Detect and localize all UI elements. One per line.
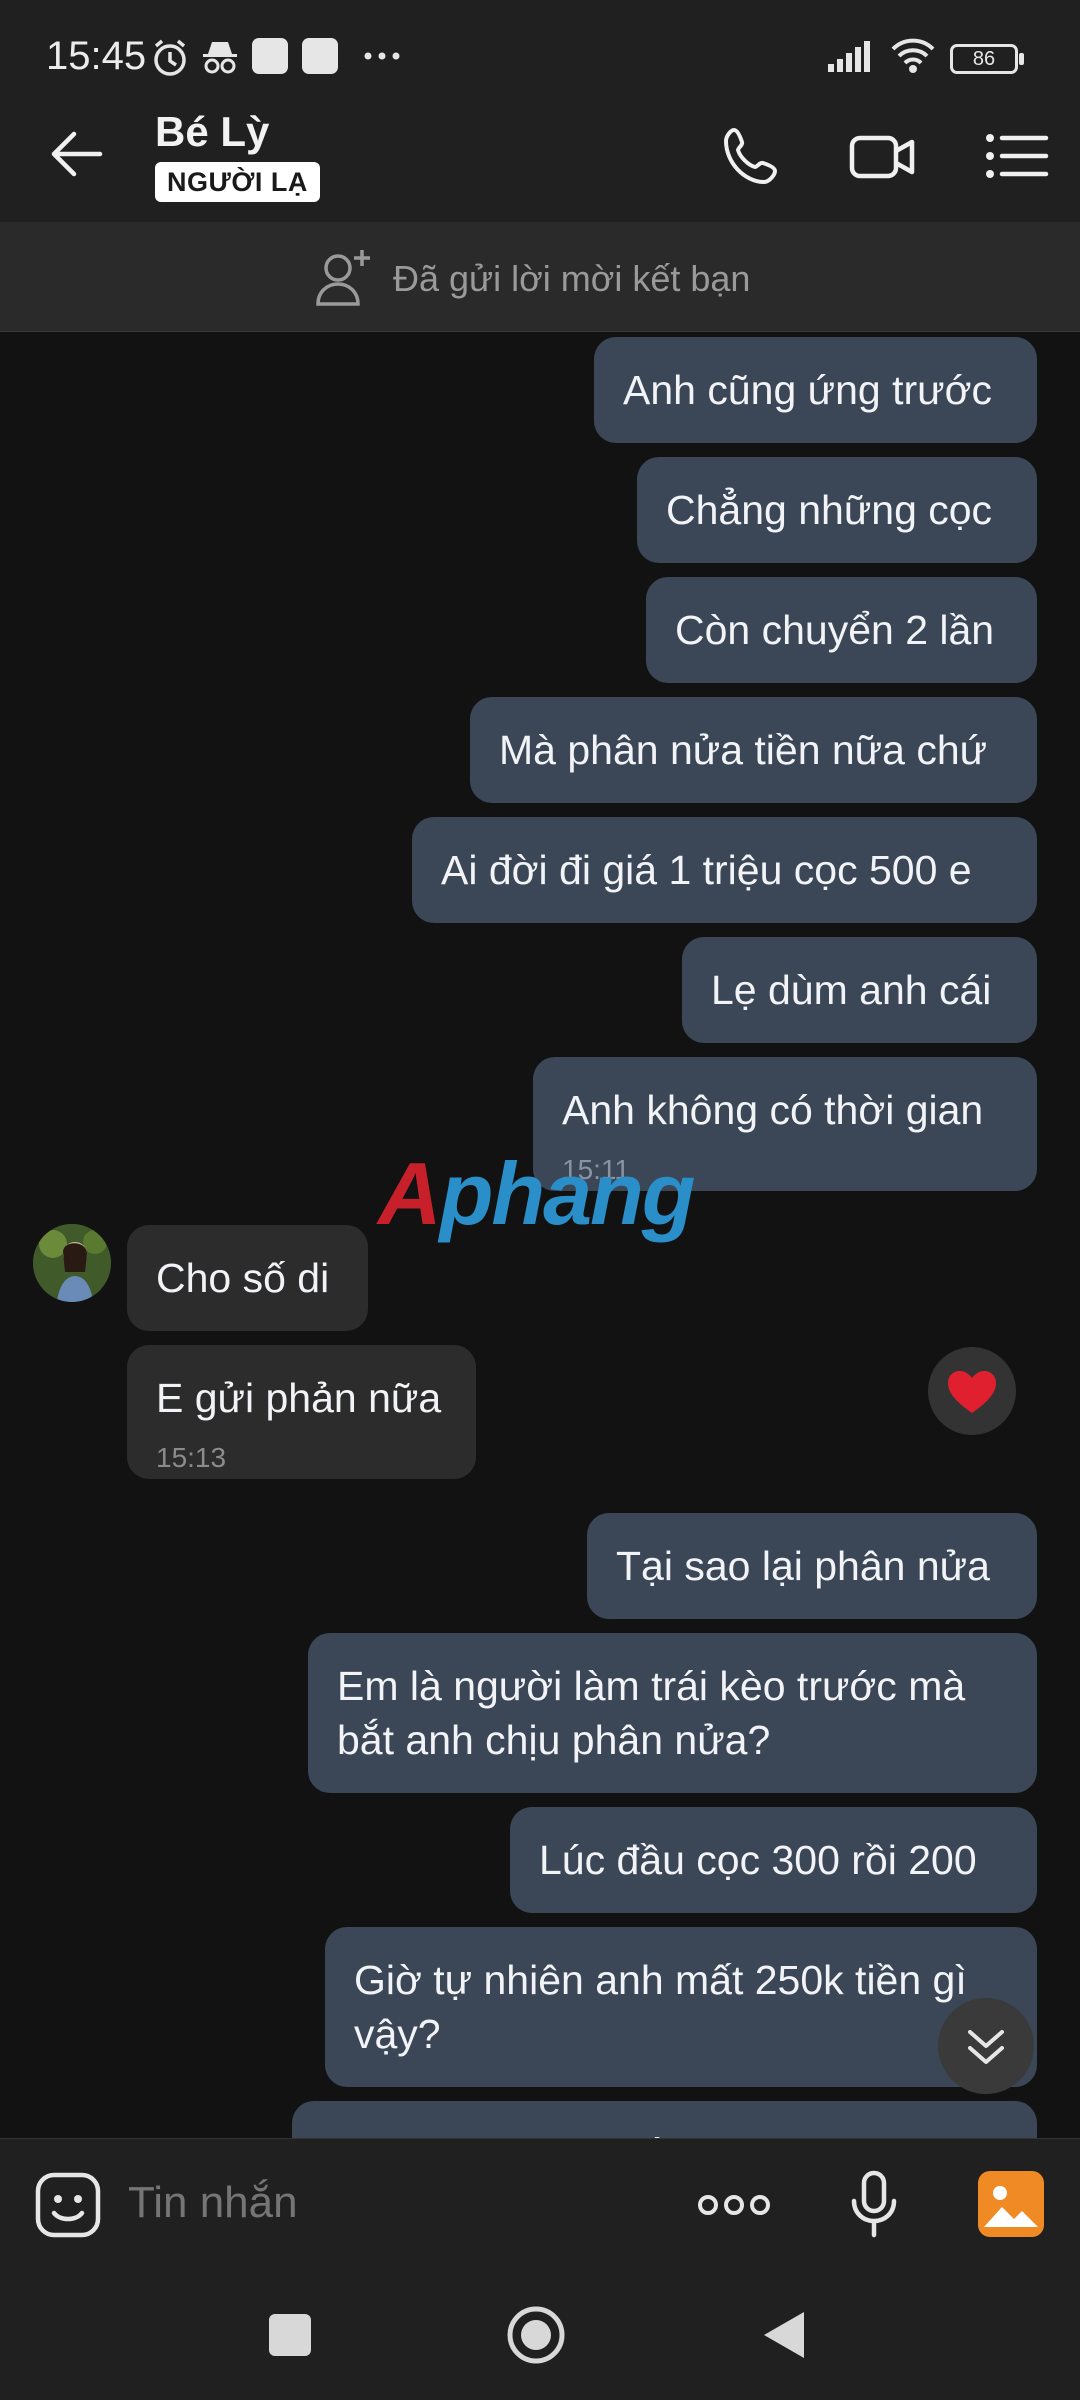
message-text: Giờ anh không mất cái gì đâu... <box>292 2101 1037 2138</box>
message-text: Mà phân nửa tiền nữa chứ <box>499 727 988 773</box>
message-input[interactable] <box>128 2173 648 2233</box>
scroll-to-bottom-button[interactable] <box>938 1998 1034 2094</box>
message-bubble[interactable]: Mà phân nửa tiền nữa chứ <box>470 697 1037 803</box>
chat-header: Bé Lỳ NGƯỜI LẠ <box>0 90 1080 222</box>
message-text: Ai đời đi giá 1 triệu cọc 500 e <box>441 847 972 893</box>
phone-icon[interactable] <box>716 120 788 192</box>
gallery-icon[interactable] <box>976 2169 1046 2239</box>
message-bubble[interactable]: Tại sao lại phân nửa <box>587 1513 1037 1619</box>
message-bubble[interactable]: Cho số di <box>127 1225 368 1331</box>
message-bubble[interactable]: Lúc đầu cọc 300 rồi 200 <box>510 1807 1037 1913</box>
status-time: 15:45 <box>46 34 147 78</box>
home-button[interactable] <box>506 2305 566 2365</box>
app-square-icon <box>302 38 338 74</box>
battery-tip <box>1019 53 1024 65</box>
message-text: Lúc đầu cọc 300 rồi 200 <box>539 1837 977 1883</box>
friend-request-text: Đã gửi lời mời kết bạn <box>393 258 751 299</box>
message-text: Em là người làm trái kèo trước mà bắt an… <box>337 1663 966 1763</box>
friend-request-banner: Đã gửi lời mời kết bạn <box>0 222 1080 332</box>
menu-icon[interactable] <box>980 120 1052 192</box>
heart-icon <box>948 1371 996 1413</box>
message-text: Giờ tự nhiên anh mất 250k tiền gì vậy? <box>354 1957 967 2057</box>
message-text: Lẹ dùm anh cái <box>711 967 992 1013</box>
contact-avatar[interactable] <box>33 1224 111 1302</box>
message-text: Tại sao lại phân nửa <box>616 1543 990 1589</box>
sticker-icon[interactable] <box>34 2171 102 2239</box>
add-friend-icon <box>316 250 370 306</box>
message-bubble[interactable]: Giờ anh không mất cái gì đâu... <box>292 2101 1037 2138</box>
double-chevron-down-icon <box>968 2030 1004 2064</box>
recent-apps-button[interactable] <box>269 2314 311 2356</box>
message-bubble[interactable]: Lẹ dùm anh cái <box>682 937 1037 1043</box>
contact-name[interactable]: Bé Lỳ <box>155 108 269 156</box>
more-options-icon[interactable] <box>696 2191 772 2219</box>
more-dots-icon <box>364 52 400 60</box>
reaction-button[interactable] <box>928 1347 1016 1435</box>
battery-level: 86 <box>972 48 996 70</box>
message-text: Chẳng những cọc <box>666 487 993 533</box>
message-text: Cho số di <box>156 1255 330 1301</box>
message-text: Anh cũng ứng trước <box>623 367 992 413</box>
message-bubble[interactable]: Anh cũng ứng trước <box>594 337 1037 443</box>
stranger-badge: NGƯỜI LẠ <box>155 162 320 202</box>
message-bubble[interactable]: Còn chuyển 2 lần <box>646 577 1037 683</box>
watermark-part-1: A <box>378 1144 442 1243</box>
message-bubble[interactable]: Giờ tự nhiên anh mất 250k tiền gì vậy? <box>325 1927 1037 2087</box>
xiaohongshu-icon <box>252 38 288 74</box>
message-composer <box>0 2138 1080 2268</box>
watermark-logo: Aphang <box>378 1143 696 1245</box>
message-bubble[interactable]: Chẳng những cọc <box>637 457 1037 563</box>
message-timestamp: 15:13 <box>156 1442 227 1473</box>
incognito-icon <box>203 42 237 74</box>
avatar-image <box>33 1224 111 1302</box>
battery-icon: 86 <box>950 44 1018 74</box>
message-bubble[interactable]: Em là người làm trái kèo trước mà bắt an… <box>308 1633 1037 1793</box>
signal-icon <box>828 41 870 72</box>
video-call-icon[interactable] <box>846 120 918 192</box>
microphone-icon[interactable] <box>846 2169 902 2241</box>
status-bar: 15:45 86 <box>0 0 1080 90</box>
alarm-icon <box>154 39 186 76</box>
message-list[interactable]: Anh cũng ứng trước Chẳng những cọc Còn c… <box>0 333 1080 2138</box>
message-bubble[interactable]: E gửi phản nữa 15:13 <box>127 1345 476 1479</box>
watermark-part-2: phang <box>439 1144 696 1243</box>
message-bubble[interactable]: Ai đời đi giá 1 triệu cọc 500 e <box>412 817 1037 923</box>
back-nav-button[interactable] <box>760 2308 808 2362</box>
back-arrow-icon[interactable] <box>42 118 114 190</box>
message-text: Còn chuyển 2 lần <box>675 607 995 653</box>
system-navigation-bar <box>0 2268 1080 2400</box>
wifi-icon <box>891 38 935 73</box>
